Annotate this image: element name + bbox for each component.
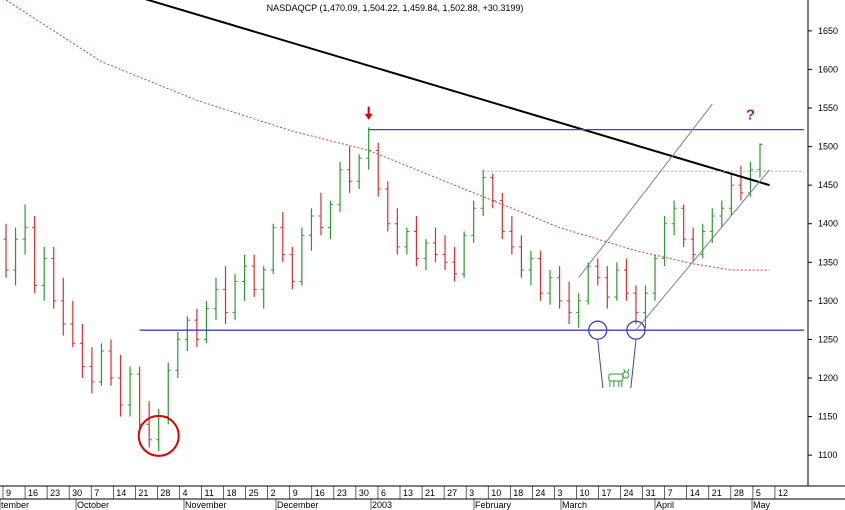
- x-month-label: December: [277, 500, 319, 510]
- x-day-label: 3: [557, 488, 562, 498]
- x-day-label: 2: [271, 488, 276, 498]
- x-month-label: tember: [1, 500, 29, 510]
- x-day-label: 21: [138, 488, 148, 498]
- x-day-label: 18: [513, 488, 523, 498]
- x-day-label: 10: [491, 488, 501, 498]
- x-day-label: 9: [6, 488, 11, 498]
- x-day-label: 21: [712, 488, 722, 498]
- x-day-label: 3: [469, 488, 474, 498]
- x-day-label: 9: [293, 488, 298, 498]
- x-axis: 9 16 23 30 7 14 21 28 4 11 18 25 2 9 16 23 30 6 13 21 27 3 10 1…: [0, 485, 845, 510]
- y-tick-label: 1600: [818, 64, 838, 74]
- chart: ? 1100 1150 1200 1250 1300 1350 1400 1450 1500 15…: [0, 0, 845, 510]
- x-day-label: 28: [734, 488, 744, 498]
- x-month-label: February: [475, 500, 512, 510]
- y-tick-label: 1300: [818, 296, 838, 306]
- question-mark: ?: [746, 107, 755, 124]
- x-day-label: 11: [205, 488, 214, 498]
- x-day-label: 5: [756, 488, 761, 498]
- y-tick-label: 1350: [818, 257, 838, 267]
- x-day-label: 6: [381, 488, 386, 498]
- y-tick-label: 1150: [818, 412, 837, 422]
- x-day-label: 30: [72, 488, 82, 498]
- x-day-label: 13: [403, 488, 413, 498]
- y-tick-label: 1550: [818, 103, 838, 113]
- x-day-label: 7: [94, 488, 99, 498]
- x-day-label: 24: [535, 488, 545, 498]
- x-day-label: 4: [182, 488, 187, 498]
- x-day-label: 23: [50, 488, 60, 498]
- x-day-label: 16: [28, 488, 38, 498]
- x-day-label: 24: [624, 488, 634, 498]
- x-day-label: 27: [447, 488, 457, 498]
- x-day-label: 18: [227, 488, 237, 498]
- x-day-label: 16: [315, 488, 325, 498]
- x-day-label: 14: [116, 488, 126, 498]
- x-day-label: 14: [690, 488, 700, 498]
- x-month-label: April: [656, 500, 674, 510]
- x-month-label: October: [77, 500, 109, 510]
- x-day-label: 12: [778, 488, 788, 498]
- x-month-label: November: [185, 500, 227, 510]
- y-axis: 1100 1150 1200 1250 1300 1350 1400 1450 1500 1550…: [807, 0, 838, 486]
- y-tick-label: 1200: [818, 373, 838, 383]
- x-day-label: 25: [249, 488, 259, 498]
- x-day-label: 28: [160, 488, 170, 498]
- x-day-label: 10: [579, 488, 589, 498]
- x-day-label: 7: [668, 488, 673, 498]
- x-day-label: 23: [337, 488, 347, 498]
- y-tick-label: 1650: [818, 26, 838, 36]
- x-day-label: 30: [359, 488, 369, 498]
- x-month-label: March: [562, 500, 587, 510]
- x-day-label: 17: [602, 488, 612, 498]
- x-day-label: 31: [646, 488, 656, 498]
- y-tick-label: 1500: [818, 142, 838, 152]
- plot-background: [0, 0, 808, 486]
- y-tick-label: 1100: [818, 450, 837, 460]
- chart-title: NASDAQCP (1,470.09, 1,504.22, 1,459.84, …: [267, 3, 524, 13]
- x-day-label: 21: [425, 488, 435, 498]
- y-tick-label: 1250: [818, 334, 838, 344]
- y-tick-label: 1400: [818, 219, 838, 229]
- y-tick-label: 1450: [818, 180, 838, 190]
- x-month-label: May: [753, 500, 771, 510]
- x-month-label: 2003: [372, 500, 392, 510]
